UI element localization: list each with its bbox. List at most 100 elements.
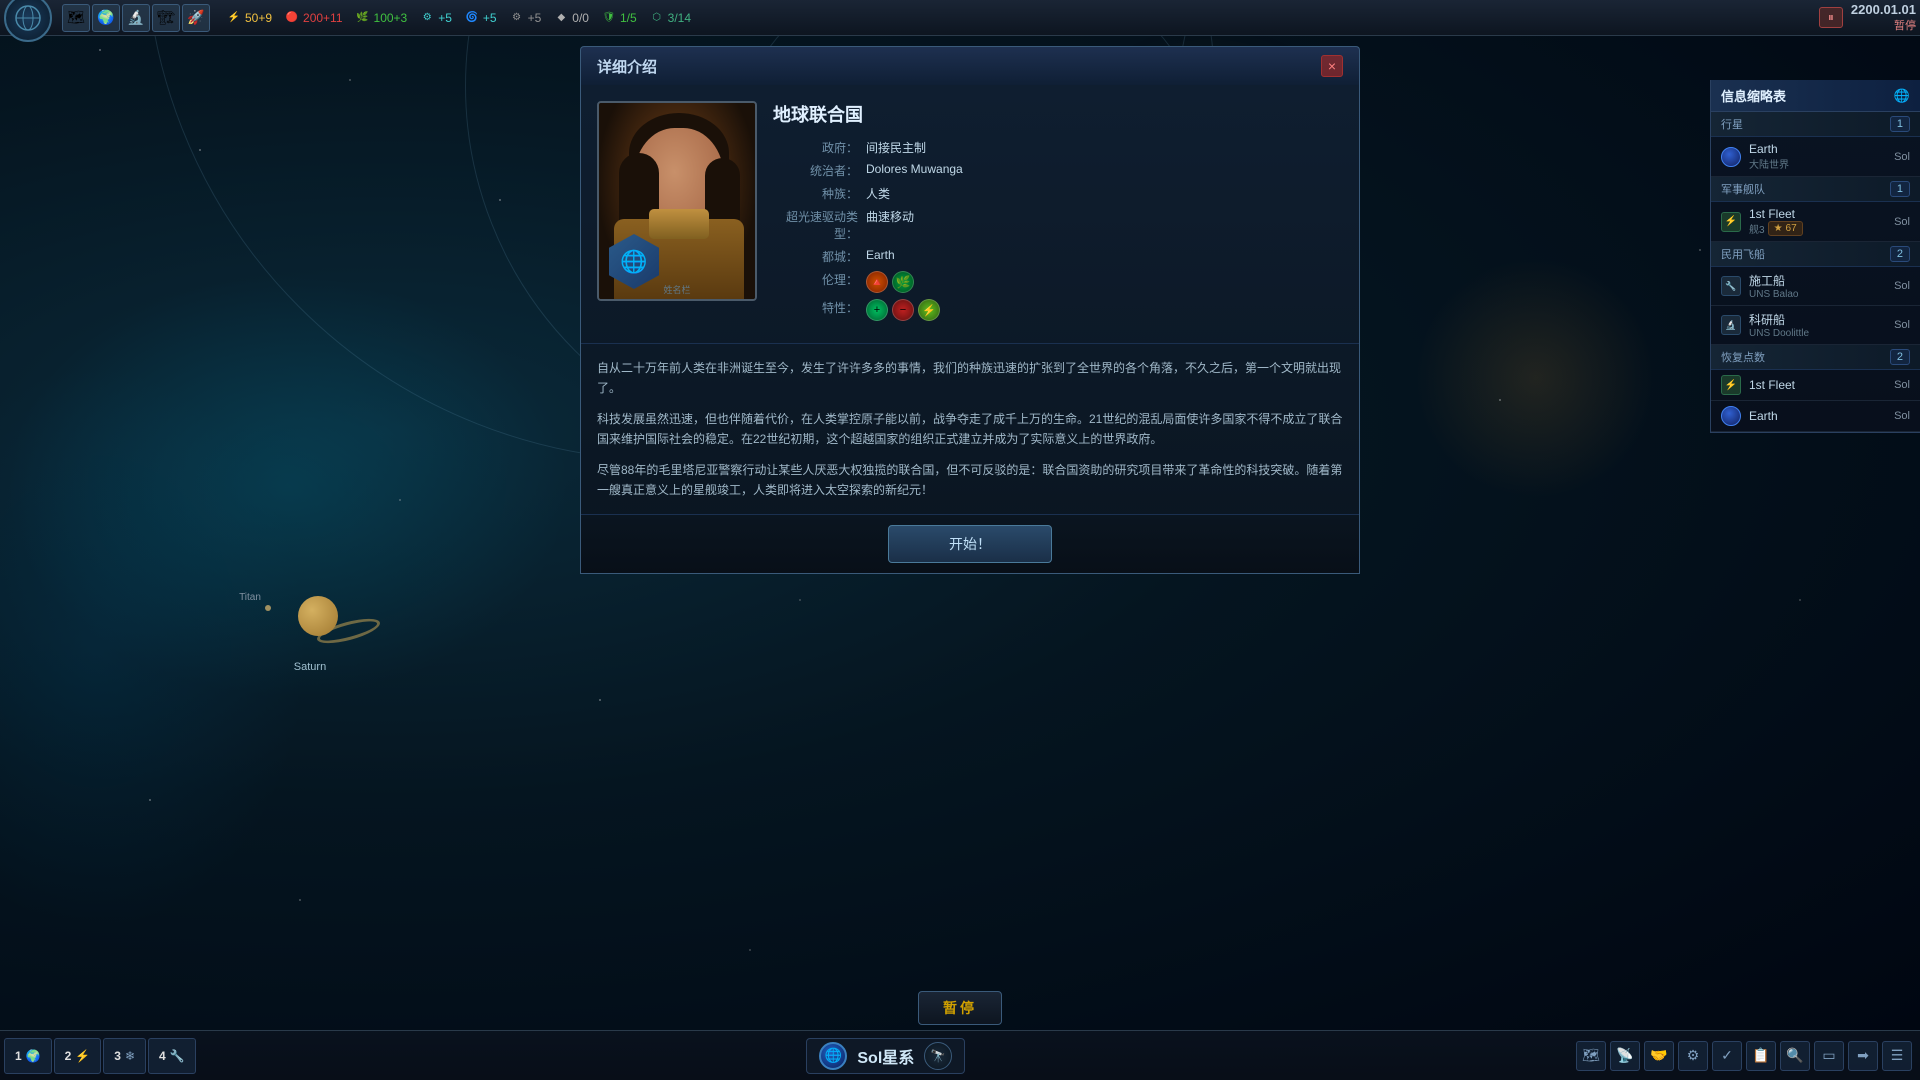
- science-ship-info: 科研船 UNS Doolittle: [1749, 311, 1809, 339]
- minimap-icon[interactable]: 🗺: [1576, 1041, 1606, 1071]
- energy-value: 50+9: [245, 11, 272, 25]
- recovery-label: 恢复点数: [1721, 349, 1765, 365]
- close-icon: ×: [1328, 58, 1336, 74]
- ruler-value: Dolores Muwanga: [866, 162, 963, 176]
- menu-icon[interactable]: ☰: [1882, 1041, 1912, 1071]
- species-value: 人类: [866, 185, 890, 202]
- dialog-title: 详细介绍: [597, 56, 657, 77]
- top-right-controls: ⏸ 2200.01.01 暂停: [1819, 2, 1916, 33]
- alloy-resource: ⬡ 3/14: [649, 10, 691, 26]
- faction-desc-para-3: 尽管88年的毛里塔尼亚警察行动让某些人厌恶大权独揽的联合国，但不可反驳的是：联合…: [597, 460, 1343, 501]
- capital-label: 都城：: [773, 248, 858, 265]
- info-panel: 信息缩略表 🌐 行星 1 Earth 大陆世界 Sol 军事舰队 1 ⚡ 1st…: [1710, 80, 1920, 433]
- bottom-tab-4[interactable]: 4 🔧: [148, 1038, 196, 1074]
- info-panel-header: 信息缩略表 🌐: [1711, 80, 1920, 112]
- faction-description: 自从二十万年前人类在非洲诞生至今，发生了许许多多的事情，我们的种族迅速的扩张到了…: [581, 344, 1359, 515]
- bottom-tab-3[interactable]: 3 ❄: [103, 1038, 146, 1074]
- toolbar-tech-icon[interactable]: 🔬: [122, 4, 150, 32]
- fleet-item[interactable]: ⚡ 1st Fleet 舰3 ★ 67 Sol: [1711, 202, 1920, 242]
- species-label: 种族：: [773, 185, 858, 202]
- fleet-power-value: 67: [1786, 223, 1797, 234]
- species-row: 种族： 人类: [773, 185, 1343, 202]
- settings-icon[interactable]: ⚙: [1678, 1041, 1708, 1071]
- empire-logo[interactable]: [4, 0, 52, 42]
- faction-info: 地球联合国 政府： 间接民主制 统治者： Dolores Muwanga 种族：…: [773, 101, 1343, 327]
- recovery-fleet-item[interactable]: ⚡ 1st Fleet Sol: [1711, 370, 1920, 401]
- toolbar-map-icon[interactable]: 🗺: [62, 4, 90, 32]
- alloy-icon: ⬡: [649, 10, 665, 26]
- fleet-section-label: 军事舰队: [1721, 181, 1765, 197]
- arrow-icon[interactable]: ➡: [1848, 1041, 1878, 1071]
- influence-icon: ⚙: [509, 10, 525, 26]
- energy-resource: ⚡ 50+9: [226, 10, 272, 26]
- faction-emblem: 🌐: [609, 234, 659, 289]
- system-globe-icon[interactable]: 🌐: [819, 1042, 847, 1070]
- minerals-value: 200+11: [303, 11, 343, 25]
- recovery-fleet-location: Sol: [1894, 379, 1910, 391]
- toolbar-planets-icon[interactable]: 🌍: [92, 4, 120, 32]
- unity-icon: 🌀: [464, 10, 480, 26]
- fleet-power-icon: 🛡: [601, 10, 617, 26]
- recovery-fleet-name: 1st Fleet: [1749, 378, 1795, 392]
- toolbar-ship-icon[interactable]: 🚀: [182, 4, 210, 32]
- bottom-tab-2[interactable]: 2 ⚡: [54, 1038, 102, 1074]
- tab-3-num: 3: [114, 1049, 121, 1063]
- earth-planet-item[interactable]: Earth 大陆世界 Sol: [1711, 137, 1920, 177]
- traits-icons-container: + − ⚡: [866, 299, 940, 321]
- construction-ship-item[interactable]: 🔧 施工船 UNS Balao Sol: [1711, 267, 1920, 306]
- faction-name: 地球联合国: [773, 101, 1343, 127]
- civil-ships-count: 2: [1890, 246, 1910, 262]
- saturn-planet[interactable]: [298, 596, 338, 636]
- fleet-section-header: 军事舰队 1: [1711, 177, 1920, 202]
- science-ship-item[interactable]: 🔬 科研船 UNS Doolittle Sol: [1711, 306, 1920, 345]
- recovery-earth-info: Earth: [1749, 409, 1778, 423]
- dialog-close-button[interactable]: ×: [1321, 55, 1343, 77]
- titan-dot[interactable]: [265, 605, 271, 611]
- ruler-row: 统治者： Dolores Muwanga: [773, 162, 1343, 179]
- zoom-icon[interactable]: 🔍: [1780, 1041, 1810, 1071]
- alloy-value: 3/14: [668, 11, 691, 25]
- toolbar-build-icon[interactable]: 🏗: [152, 4, 180, 32]
- faction-card: 🌐 姓名栏 地球联合国 政府： 间接民主制 统治者： Dolores Muwan…: [580, 85, 1360, 574]
- contacts-icon[interactable]: 📡: [1610, 1041, 1640, 1071]
- globe-filter-icon[interactable]: 🌐: [1894, 88, 1910, 104]
- ethic-authoritarian-icon: 🔺: [866, 271, 888, 293]
- system-name-bar: 🌐 Sol星系 🔭: [806, 1038, 965, 1074]
- view-icon[interactable]: 📋: [1746, 1041, 1776, 1071]
- fleet-icon: ⚡: [1721, 212, 1741, 232]
- system-lens-icon[interactable]: 🔭: [924, 1042, 952, 1070]
- bottom-tab-1[interactable]: 1 🌍: [4, 1038, 52, 1074]
- tick-icon[interactable]: ✓: [1712, 1041, 1742, 1071]
- recovery-fleet-info: 1st Fleet: [1749, 378, 1795, 392]
- planets-count: 1: [1890, 116, 1910, 132]
- recovery-earth-item[interactable]: Earth Sol: [1711, 401, 1920, 432]
- food-icon: 🌿: [355, 10, 371, 26]
- portrait-name-label: 姓名栏: [663, 283, 690, 296]
- construction-ship-location: Sol: [1894, 280, 1910, 292]
- fleet-count: 1: [1890, 181, 1910, 197]
- faction-portrait: 🌐 姓名栏: [597, 101, 757, 301]
- construction-ship-icon: 🔧: [1721, 276, 1741, 296]
- fleet-power-resource: 🛡 1/5: [601, 10, 637, 26]
- pause-button[interactable]: ⏸: [1819, 7, 1843, 28]
- empire-size-resource: ◆ 0/0: [553, 10, 589, 26]
- layout-icon[interactable]: ▭: [1814, 1041, 1844, 1071]
- recovery-earth-icon: [1721, 406, 1741, 426]
- traits-label: 特性：: [773, 299, 858, 316]
- recovery-section-header: 恢复点数 2: [1711, 345, 1920, 370]
- science-ship-name: UNS Doolittle: [1749, 328, 1809, 339]
- tech-value: +5: [438, 11, 452, 25]
- start-button[interactable]: 开始！: [888, 525, 1052, 563]
- diplomacy-icon[interactable]: 🤝: [1644, 1041, 1674, 1071]
- system-name: Sol星系: [857, 1044, 914, 1068]
- energy-icon: ⚡: [226, 10, 242, 26]
- trait-nonadaptive-icon: −: [892, 299, 914, 321]
- tab-2-num: 2: [65, 1049, 72, 1063]
- ethics-icons-container: 🔺 🌿: [866, 271, 914, 293]
- unity-value: +5: [483, 11, 497, 25]
- top-toolbar: 🗺 🌍 🔬 🏗 🚀 ⚡ 50+9 🔴 200+11 🌿 100+3 ⚙ +5 🌀…: [0, 0, 1920, 36]
- faction-desc-para-1: 自从二十万年前人类在非洲诞生至今，发生了许许多多的事情，我们的种族迅速的扩张到了…: [597, 358, 1343, 399]
- food-resource: 🌿 100+3: [355, 10, 408, 26]
- minerals-icon: 🔴: [284, 10, 300, 26]
- pause-banner: 暂停: [918, 991, 1002, 1025]
